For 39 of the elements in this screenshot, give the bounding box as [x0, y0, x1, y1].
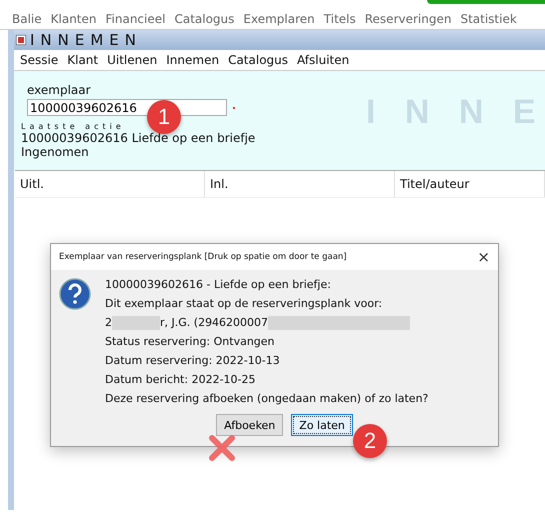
dialog-title: Exemplaar van reserveringsplank [Druk op spatie om door te gaan] [59, 252, 347, 262]
question-icon [59, 278, 91, 310]
step-badge: 2 [353, 424, 387, 458]
menu-item[interactable]: Exemplaren [243, 12, 315, 29]
column-header[interactable]: Uitl. [15, 171, 205, 197]
message-line: Deze reservering afboeken (ongedaan maken) of zo laten? [105, 392, 428, 406]
section-label: Laatste actie [21, 122, 126, 131]
app-icon [16, 35, 26, 45]
field-label: exemplaar [27, 83, 92, 97]
close-button[interactable]: × [477, 248, 490, 266]
column-header[interactable]: Titel/auteur [395, 171, 545, 197]
menu-item[interactable]: Reserveringen [364, 12, 452, 29]
message-line: Dit exemplaar staat op de reserveringsplank voor: [105, 297, 384, 311]
redaction-bar [112, 316, 160, 330]
message-line: Datum reservering: 2022-10-13 [105, 354, 281, 368]
menu-item[interactable]: Statistiek [460, 12, 517, 29]
column-header[interactable]: Inl. [205, 171, 395, 197]
menu-item[interactable]: Balie [12, 12, 42, 29]
message-line: 10000039602616 - Liefde op een briefje: [105, 278, 332, 292]
menu-item[interactable]: Klanten [50, 12, 96, 29]
menu-item[interactable]: Afsluiten [297, 53, 350, 67]
dialog-button[interactable]: Zo laten [291, 414, 353, 436]
menu-item[interactable]: Financieel [106, 12, 166, 29]
status-text: 10000039602616 Liefde op een briefje [21, 131, 256, 145]
message-line: 2 [105, 316, 112, 330]
menu-item[interactable]: Uitlenen [107, 53, 158, 67]
menu-item[interactable]: Klant [67, 53, 98, 67]
dialog-button[interactable]: Afboeken [216, 414, 284, 436]
message-line: Datum bericht: 2022-10-25 [105, 373, 256, 387]
menu-item[interactable]: Innemen [166, 53, 220, 67]
window-title: INNEMEN [30, 31, 142, 49]
menu-item[interactable]: Catalogus [174, 12, 234, 29]
message-line: r, J.G. (2946200007 [160, 316, 268, 330]
message-line: Status reservering: Ontvangen [105, 335, 276, 349]
cross-icon [207, 433, 237, 463]
status-text: Ingenomen [21, 145, 90, 159]
menu-item[interactable]: Catalogus [228, 53, 288, 67]
menu-item[interactable]: Titels [324, 12, 356, 29]
menu-item[interactable]: Sessie [20, 53, 58, 67]
